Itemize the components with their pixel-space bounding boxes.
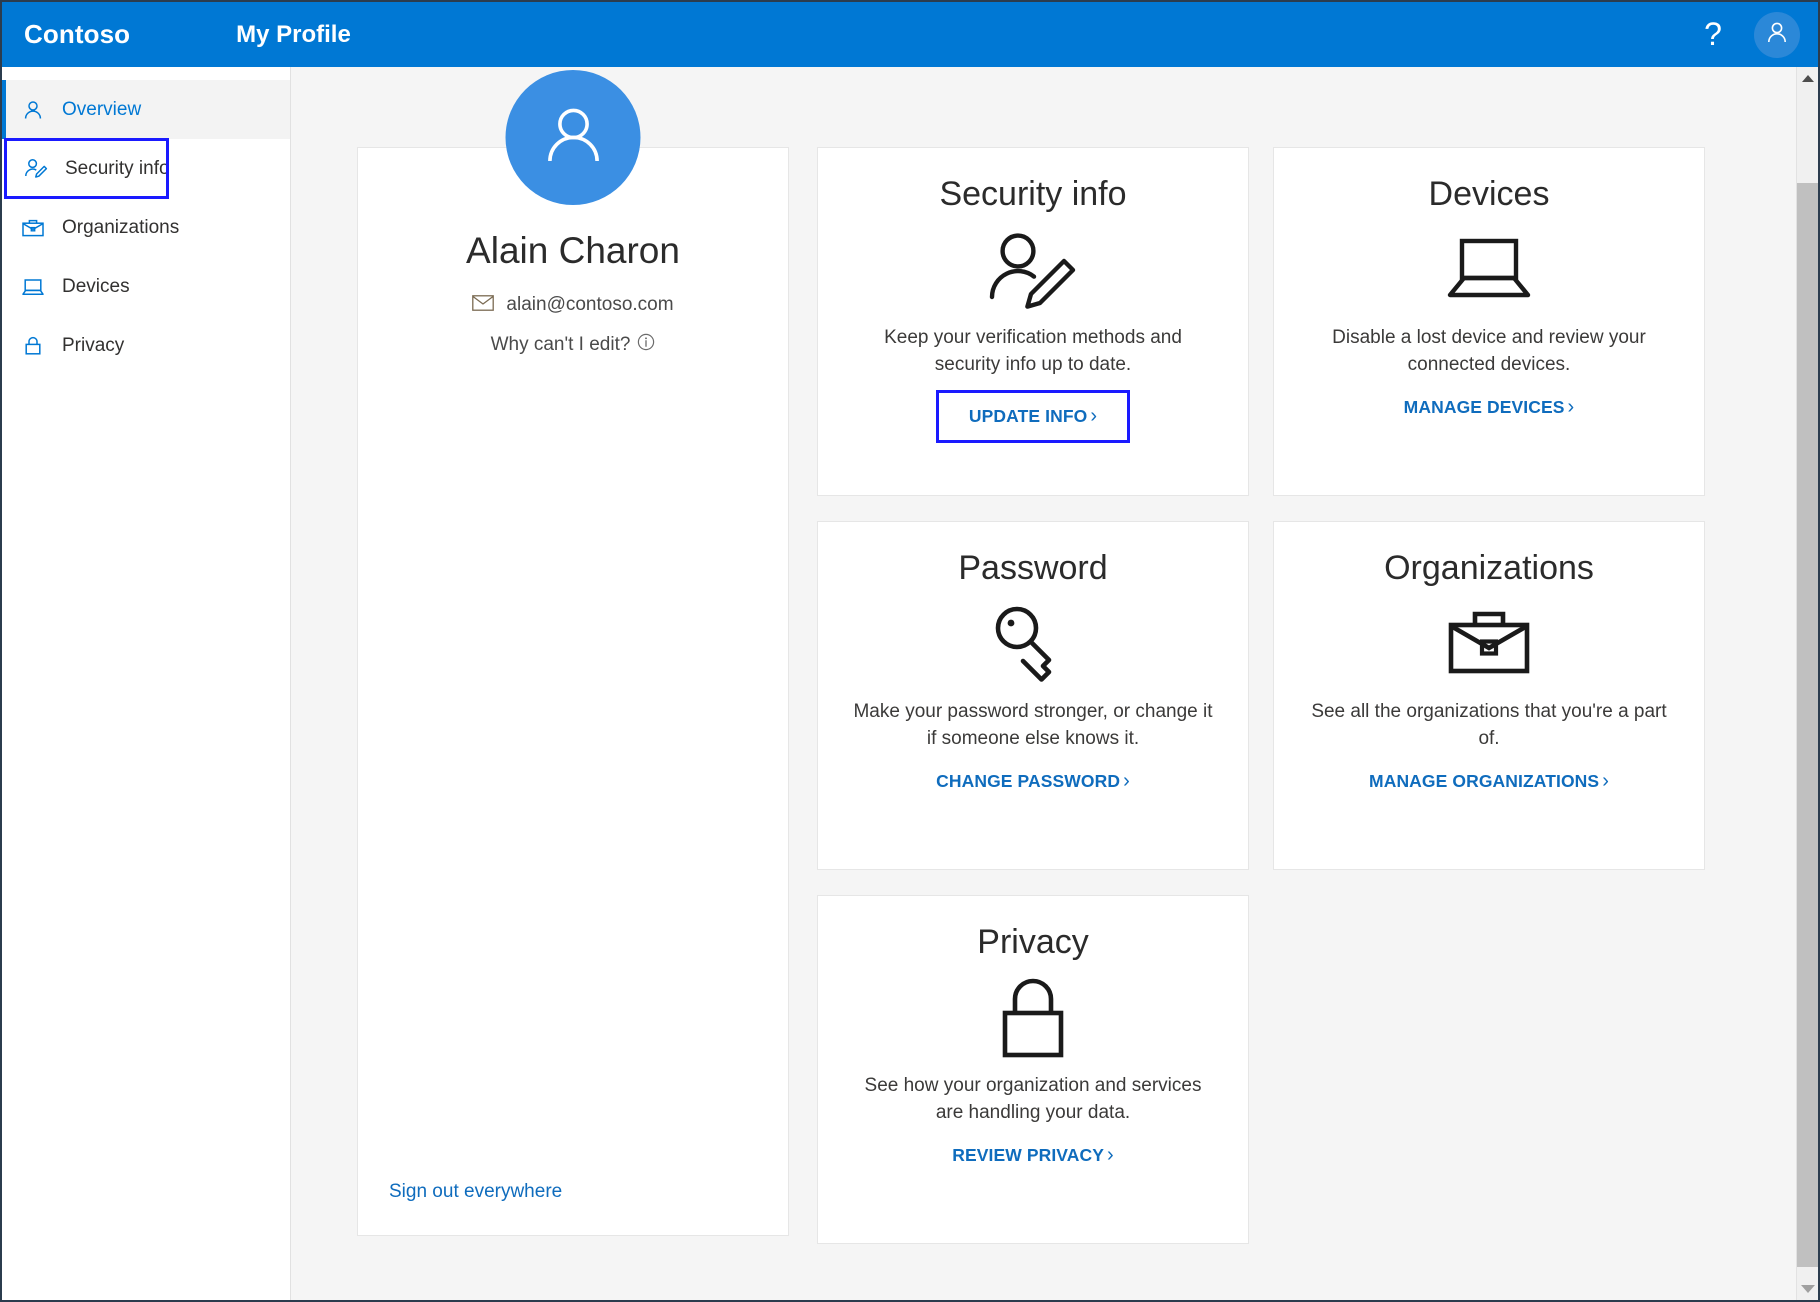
- sidebar-item-devices[interactable]: Devices: [2, 257, 290, 316]
- avatar: [506, 70, 641, 205]
- lock-icon: [20, 333, 46, 359]
- tile-privacy: Privacy See how your organization and se…: [817, 895, 1249, 1244]
- person-edit-icon: [23, 156, 49, 182]
- svg-text:?: ?: [1704, 18, 1722, 52]
- chevron-right-icon: ›: [1123, 770, 1130, 793]
- tile-description: See all the organizations that you're a …: [1309, 699, 1669, 751]
- scroll-up-button[interactable]: [1797, 67, 1819, 89]
- tile-title: Security info: [939, 176, 1126, 213]
- tile-password: Password Make your password stronger, or…: [817, 521, 1249, 870]
- envelope-icon: [472, 295, 494, 316]
- sidebar-item-organizations[interactable]: Organizations: [2, 198, 290, 257]
- manage-devices-link[interactable]: MANAGE DEVICES ›: [1404, 396, 1575, 419]
- update-info-button[interactable]: UPDATE INFO ›: [936, 390, 1130, 443]
- sidebar-item-label: Devices: [62, 276, 130, 298]
- tile-description: Make your password stronger, or change i…: [853, 699, 1213, 751]
- tile-action-label: MANAGE ORGANIZATIONS: [1369, 771, 1599, 792]
- help-button[interactable]: ?: [1684, 6, 1742, 64]
- content-grid: Alain Charon alain@contoso.com: [291, 67, 1818, 1244]
- account-button[interactable]: [1754, 12, 1800, 58]
- body-area: Overview Security info: [2, 67, 1818, 1300]
- sidebar-item-privacy[interactable]: Privacy: [2, 316, 290, 375]
- app-window: Contoso My Profile ?: [0, 0, 1820, 1302]
- person-avatar-icon: [536, 98, 610, 177]
- sidebar-item-label: Privacy: [62, 335, 124, 357]
- triangle-down-icon: [1801, 1285, 1815, 1293]
- chevron-right-icon: ›: [1107, 1144, 1114, 1167]
- sidebar-nav: Overview Security info: [2, 67, 291, 1300]
- question-mark-icon: ?: [1700, 18, 1726, 52]
- lock-icon: [995, 975, 1071, 1059]
- tile-title: Devices: [1429, 176, 1550, 213]
- sign-out-everywhere-link[interactable]: Sign out everywhere: [389, 1181, 562, 1203]
- tile-action-label: MANAGE DEVICES: [1404, 397, 1565, 418]
- tile-devices: Devices Disable a lost device and review…: [1273, 147, 1705, 496]
- tile-title: Password: [958, 550, 1107, 587]
- vertical-scrollbar[interactable]: [1796, 67, 1818, 1300]
- profile-name: Alain Charon: [466, 230, 680, 272]
- tile-description: See how your organization and services a…: [853, 1073, 1213, 1125]
- change-password-link[interactable]: CHANGE PASSWORD ›: [936, 770, 1130, 793]
- sidebar-item-security-info[interactable]: Security info: [5, 139, 168, 198]
- tile-description: Disable a lost device and review your co…: [1309, 325, 1669, 377]
- laptop-icon: [1443, 227, 1535, 311]
- person-icon: [20, 97, 46, 123]
- why-cant-i-edit-label: Why can't I edit?: [491, 334, 631, 356]
- profile-column: Alain Charon alain@contoso.com: [357, 147, 789, 1236]
- tile-security-info: Security info Keep your verification met…: [817, 147, 1249, 496]
- sidebar-item-label: Security info: [65, 158, 170, 180]
- manage-organizations-link[interactable]: MANAGE ORGANIZATIONS ›: [1369, 770, 1609, 793]
- person-avatar-icon: [1764, 19, 1790, 50]
- sidebar-item-overview[interactable]: Overview: [2, 80, 290, 139]
- briefcase-icon: [1446, 601, 1532, 685]
- chevron-right-icon: ›: [1090, 405, 1097, 428]
- tile-title: Organizations: [1384, 550, 1594, 587]
- triangle-up-icon: [1802, 75, 1814, 82]
- info-circle-icon: [637, 333, 655, 356]
- briefcase-icon: [20, 215, 46, 241]
- scroll-down-button[interactable]: [1797, 1278, 1819, 1300]
- tile-action-label: CHANGE PASSWORD: [936, 771, 1120, 792]
- tile-title: Privacy: [977, 924, 1088, 961]
- profile-email-row: alain@contoso.com: [472, 294, 673, 316]
- main-content: Alain Charon alain@contoso.com: [291, 67, 1818, 1300]
- tile-description: Keep your verification methods and secur…: [853, 325, 1213, 377]
- person-edit-icon: [986, 227, 1080, 311]
- tiles-grid: Security info Keep your verification met…: [817, 147, 1705, 1244]
- chevron-right-icon: ›: [1568, 396, 1575, 419]
- key-icon: [987, 601, 1079, 685]
- tile-action-label: REVIEW PRIVACY: [952, 1145, 1104, 1166]
- app-title: My Profile: [236, 21, 351, 49]
- profile-card: Alain Charon alain@contoso.com: [357, 147, 789, 1236]
- scrollbar-thumb[interactable]: [1797, 183, 1819, 1267]
- chevron-right-icon: ›: [1602, 770, 1609, 793]
- tile-organizations: Organizations See all the organizations …: [1273, 521, 1705, 870]
- profile-email: alain@contoso.com: [506, 294, 673, 316]
- sidebar-item-label: Organizations: [62, 217, 179, 239]
- sidebar-item-label: Overview: [62, 99, 141, 121]
- app-header: Contoso My Profile ?: [2, 2, 1818, 67]
- review-privacy-link[interactable]: REVIEW PRIVACY ›: [952, 1144, 1114, 1167]
- laptop-icon: [20, 274, 46, 300]
- tile-action-label: UPDATE INFO: [969, 406, 1087, 427]
- why-cant-i-edit-link[interactable]: Why can't I edit?: [491, 333, 656, 356]
- brand-logo[interactable]: Contoso: [24, 19, 130, 50]
